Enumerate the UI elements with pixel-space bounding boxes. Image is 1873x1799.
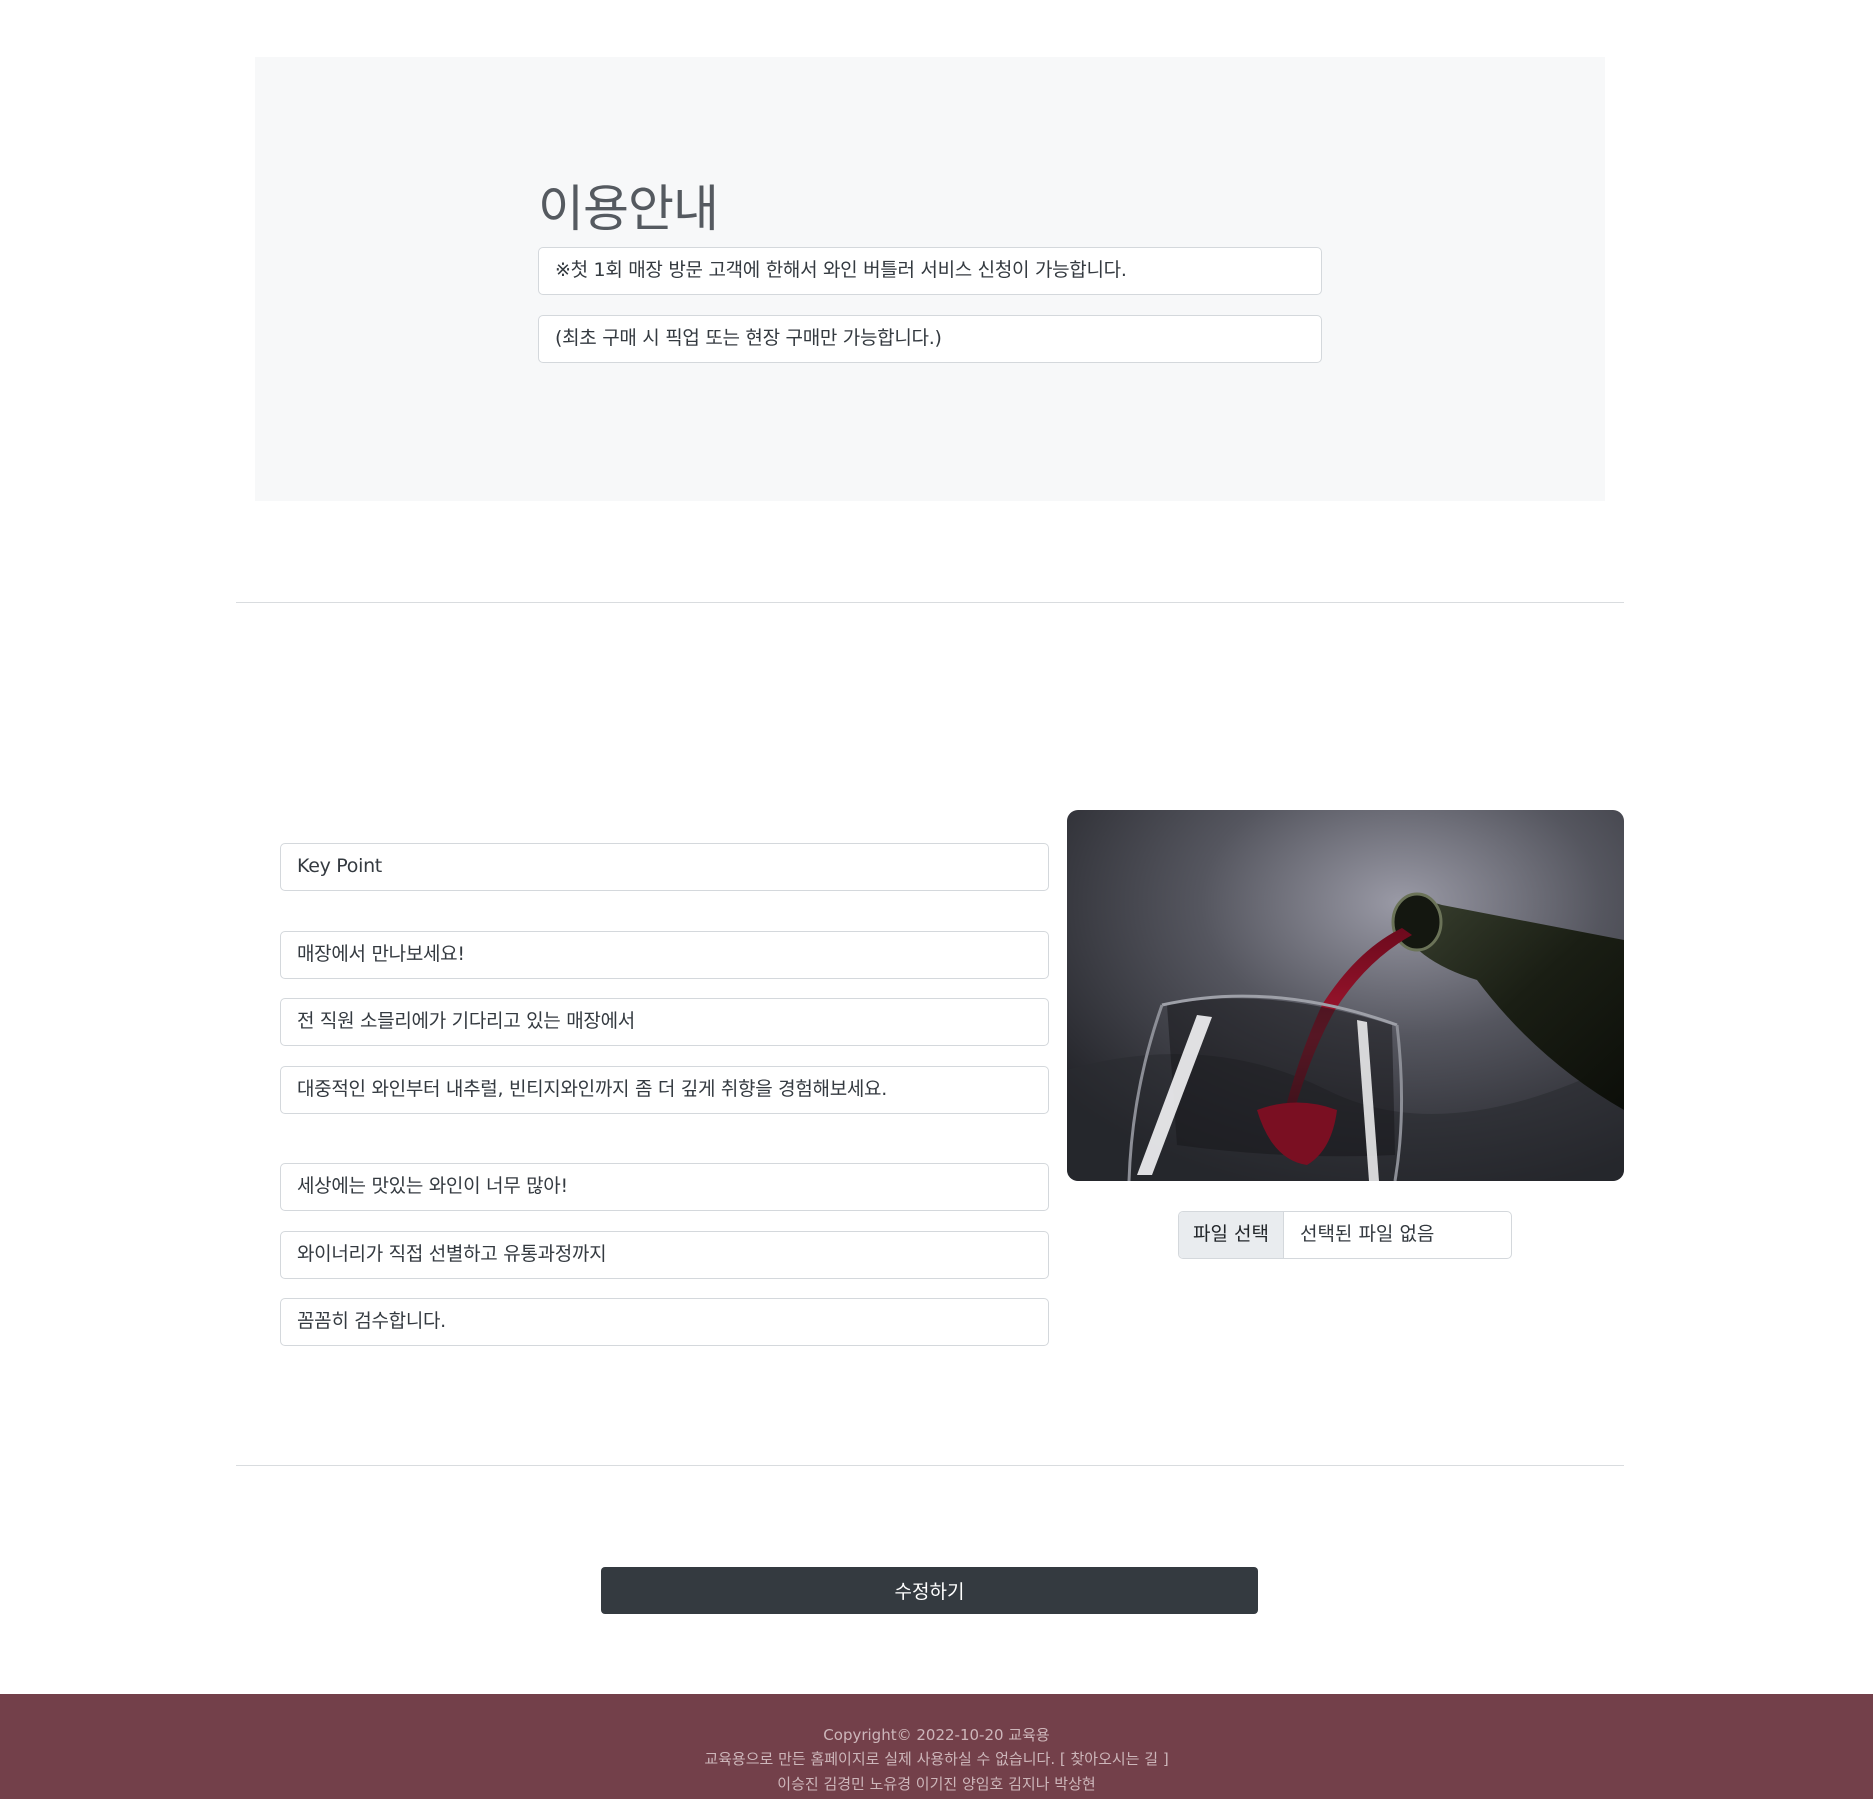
wine-pouring-photo xyxy=(1067,810,1624,1181)
text-field-store-intro[interactable]: 매장에서 만나보세요! xyxy=(280,931,1049,979)
info-title: 이용안내 xyxy=(538,180,719,238)
site-footer: Copyright© 2022-10-20 교육용 교육용으로 만든 홈페이지로… xyxy=(0,1694,1873,1799)
section-divider-top xyxy=(236,602,1624,603)
footer-notice: 교육용으로 만든 홈페이지로 실제 사용하실 수 없습니다. [ 찾아오시는 길… xyxy=(704,1750,1169,1768)
info-note-visit[interactable]: ※첫 1회 매장 방문 고객에 한해서 와인 버틀러 서비스 신청이 가능합니다… xyxy=(538,247,1322,295)
key-point-field[interactable]: Key Point xyxy=(280,843,1049,891)
footer-copyright: Copyright© 2022-10-20 교육용 xyxy=(823,1726,1050,1744)
file-input[interactable]: 파일 선택 선택된 파일 없음 xyxy=(1178,1211,1512,1259)
text-field-inspection[interactable]: 꼼꼼히 검수합니다. xyxy=(280,1298,1049,1346)
section-divider-bottom xyxy=(236,1465,1624,1466)
text-field-taste[interactable]: 대중적인 와인부터 내추럴, 빈티지와인까지 좀 더 깊게 취향을 경험해보세요… xyxy=(280,1066,1049,1114)
info-panel: 이용안내 ※첫 1회 매장 방문 고객에 한해서 와인 버틀러 서비스 신청이 … xyxy=(255,57,1605,501)
file-status-text: 선택된 파일 없음 xyxy=(1299,1223,1435,1245)
footer-authors: 이승진 김경민 노유경 이기진 양임호 김지나 박상현 xyxy=(777,1775,1096,1793)
text-field-winery[interactable]: 와이너리가 직접 선별하고 유통과정까지 xyxy=(280,1231,1049,1279)
info-note-purchase[interactable]: (최초 구매 시 픽업 또는 현장 구매만 가능합니다.) xyxy=(538,315,1322,363)
text-field-many-wines[interactable]: 세상에는 맛있는 와인이 너무 많아! xyxy=(280,1163,1049,1211)
edit-submit-button[interactable]: 수정하기 xyxy=(601,1567,1258,1614)
file-select-button[interactable]: 파일 선택 xyxy=(1179,1212,1284,1258)
text-field-sommelier[interactable]: 전 직원 소믈리에가 기다리고 있는 매장에서 xyxy=(280,998,1049,1046)
